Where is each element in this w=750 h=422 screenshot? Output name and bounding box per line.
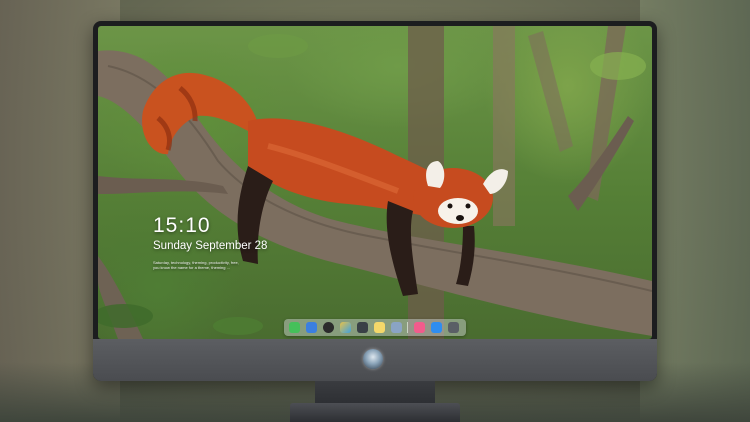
app-store-icon[interactable] [431, 322, 442, 333]
monitor: 15:10 Sunday September 28 Saturday, tech… [93, 21, 657, 381]
monitor-chin [93, 339, 657, 381]
music-icon[interactable] [414, 322, 425, 333]
monitor-logo-icon [363, 349, 383, 369]
lockscreen-note: Saturday, technology, theming, productiv… [153, 260, 273, 270]
photos-icon[interactable] [340, 322, 351, 333]
dock-separator [407, 322, 408, 333]
screen-wallpaper: 15:10 Sunday September 28 Saturday, tech… [98, 26, 652, 339]
monitor-stand-neck [315, 381, 435, 403]
notes-icon[interactable] [374, 322, 385, 333]
monitor-stand-foot [290, 403, 460, 422]
lockscreen-date: Sunday September 28 [153, 240, 268, 252]
finder-icon[interactable] [306, 322, 317, 333]
red-panda-wallpaper [98, 26, 652, 339]
launchpad-icon[interactable] [323, 322, 334, 333]
folder-icon[interactable] [448, 322, 459, 333]
lockscreen-time: 15:10 [153, 214, 211, 237]
dock [284, 319, 466, 336]
preview-icon[interactable] [391, 322, 402, 333]
note-line-2: you know the name for a theme, theming .… [153, 265, 230, 270]
clapper-icon[interactable] [357, 322, 368, 333]
messages-icon[interactable] [289, 322, 300, 333]
